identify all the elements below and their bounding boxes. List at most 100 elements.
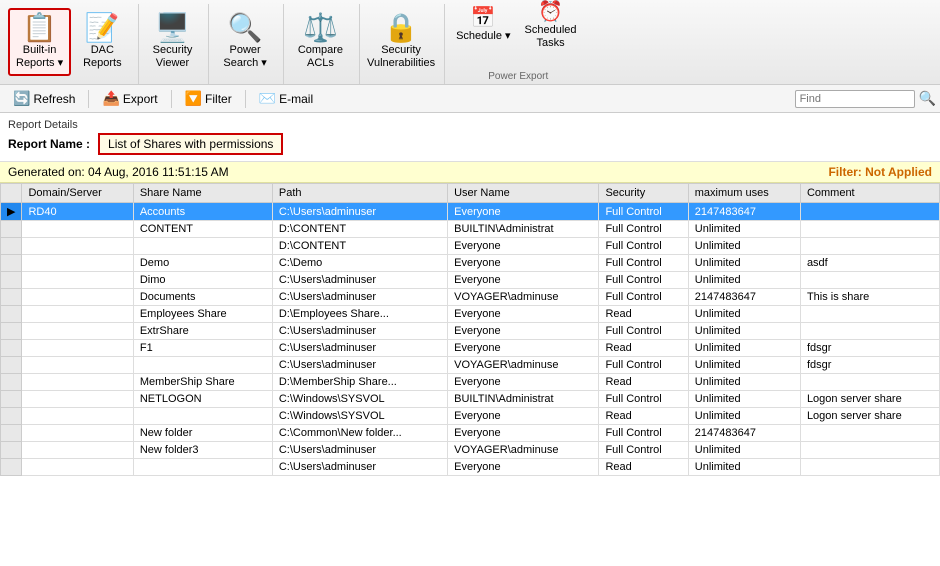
table-cell bbox=[800, 238, 939, 255]
dac-reports-button[interactable]: 📝 DAC Reports bbox=[75, 8, 130, 76]
find-icon[interactable]: 🔍 bbox=[919, 90, 936, 107]
filter-button[interactable]: 🔽 Filter bbox=[176, 86, 241, 111]
table-cell: Dimo bbox=[133, 272, 272, 289]
built-in-reports-label: Built-in Reports ▾ bbox=[16, 44, 63, 70]
table-cell bbox=[22, 255, 133, 272]
table-cell: C:\Common\New folder... bbox=[272, 425, 447, 442]
scheduled-tasks-button[interactable]: ⏰ Scheduled Tasks bbox=[520, 8, 582, 44]
table-cell: Unlimited bbox=[688, 221, 800, 238]
table-cell bbox=[22, 221, 133, 238]
table-row[interactable]: C:\Windows\SYSVOLEveryoneReadUnlimitedLo… bbox=[1, 408, 940, 425]
export-icon: 📤 bbox=[102, 90, 119, 107]
table-cell bbox=[1, 238, 22, 255]
table-cell: Read bbox=[599, 459, 688, 476]
refresh-label: Refresh bbox=[33, 92, 75, 106]
email-button[interactable]: ✉️ E-mail bbox=[250, 86, 322, 111]
refresh-button[interactable]: 🔄 Refresh bbox=[4, 86, 84, 111]
table-cell: Unlimited bbox=[688, 391, 800, 408]
table-container[interactable]: Domain/Server Share Name Path User Name … bbox=[0, 183, 940, 566]
power-search-icon: 🔍 bbox=[228, 14, 263, 42]
ribbon-group-search: 🔍 Power Search ▾ bbox=[211, 4, 283, 84]
table-cell: Unlimited bbox=[688, 340, 800, 357]
col-user: User Name bbox=[448, 184, 599, 203]
table-row[interactable]: New folder3C:\Users\adminuserVOYAGER\adm… bbox=[1, 442, 940, 459]
filter-icon: 🔽 bbox=[185, 90, 202, 107]
col-maxuses: maximum uses bbox=[688, 184, 800, 203]
ribbon-group-acl: ⚖️ Compare ACLs bbox=[286, 4, 360, 84]
table-header-row: Domain/Server Share Name Path User Name … bbox=[1, 184, 940, 203]
table-cell: ExtrShare bbox=[133, 323, 272, 340]
table-cell: Everyone bbox=[448, 238, 599, 255]
table-row[interactable]: MemberShip ShareD:\MemberShip Share...Ev… bbox=[1, 374, 940, 391]
table-row[interactable]: Employees ShareD:\Employees Share...Ever… bbox=[1, 306, 940, 323]
table-cell: Read bbox=[599, 306, 688, 323]
table-cell: Logon server share bbox=[800, 391, 939, 408]
find-input[interactable] bbox=[795, 90, 915, 108]
table-cell bbox=[800, 442, 939, 459]
table-row[interactable]: NETLOGONC:\Windows\SYSVOLBUILTIN\Adminis… bbox=[1, 391, 940, 408]
power-export-group-label: Power Export bbox=[447, 71, 589, 82]
table-cell: C:\Users\adminuser bbox=[272, 357, 447, 374]
generated-label: Generated on: 04 Aug, 2016 11:51:15 AM bbox=[8, 165, 229, 179]
table-cell: VOYAGER\adminuse bbox=[448, 442, 599, 459]
table-cell: Everyone bbox=[448, 340, 599, 357]
table-cell bbox=[133, 238, 272, 255]
table-cell: C:\Users\adminuser bbox=[272, 289, 447, 306]
table-cell: C:\Windows\SYSVOL bbox=[272, 408, 447, 425]
table-cell: C:\Users\adminuser bbox=[272, 203, 447, 221]
table-cell bbox=[22, 289, 133, 306]
table-cell: Full Control bbox=[599, 238, 688, 255]
table-cell bbox=[22, 238, 133, 255]
table-row[interactable]: DemoC:\DemoEveryoneFull ControlUnlimited… bbox=[1, 255, 940, 272]
table-cell: asdf bbox=[800, 255, 939, 272]
built-in-reports-button[interactable]: 📋 Built-in Reports ▾ bbox=[8, 8, 71, 76]
table-cell: Everyone bbox=[448, 272, 599, 289]
table-cell: Full Control bbox=[599, 323, 688, 340]
table-row[interactable]: CONTENTD:\CONTENTBUILTIN\AdministratFull… bbox=[1, 221, 940, 238]
table-row[interactable]: New folderC:\Common\New folder...Everyon… bbox=[1, 425, 940, 442]
table-cell bbox=[800, 203, 939, 221]
compare-acls-button[interactable]: ⚖️ Compare ACLs bbox=[290, 8, 351, 76]
table-cell: 2147483647 bbox=[688, 425, 800, 442]
table-cell bbox=[22, 408, 133, 425]
table-cell bbox=[800, 221, 939, 238]
power-search-button[interactable]: 🔍 Power Search ▾ bbox=[215, 8, 274, 76]
table-cell: Employees Share bbox=[133, 306, 272, 323]
ribbon-group-reports: 📋 Built-in Reports ▾ 📝 DAC Reports bbox=[4, 4, 139, 84]
table-row[interactable]: DocumentsC:\Users\adminuserVOYAGER\admin… bbox=[1, 289, 940, 306]
table-row[interactable]: D:\CONTENTEveryoneFull ControlUnlimited bbox=[1, 238, 940, 255]
table-cell: 2147483647 bbox=[688, 289, 800, 306]
security-vulnerabilities-button[interactable]: 🔒 Security Vulnerabilities bbox=[366, 8, 436, 76]
table-cell: Unlimited bbox=[688, 408, 800, 425]
export-button[interactable]: 📤 Export bbox=[93, 86, 166, 111]
table-cell: Documents bbox=[133, 289, 272, 306]
schedule-button[interactable]: 📅 Schedule ▾ bbox=[451, 8, 515, 44]
col-comment: Comment bbox=[800, 184, 939, 203]
security-vulnerabilities-label: Security Vulnerabilities bbox=[367, 44, 435, 70]
table-cell: Unlimited bbox=[688, 442, 800, 459]
table-row[interactable]: C:\Users\adminuserVOYAGER\adminuseFull C… bbox=[1, 357, 940, 374]
export-label: Export bbox=[123, 92, 158, 106]
schedule-label: Schedule ▾ bbox=[456, 30, 510, 43]
table-row[interactable]: C:\Users\adminuserEveryoneReadUnlimited bbox=[1, 459, 940, 476]
table-cell: D:\Employees Share... bbox=[272, 306, 447, 323]
table-row[interactable]: F1C:\Users\adminuserEveryoneReadUnlimite… bbox=[1, 340, 940, 357]
table-cell: Unlimited bbox=[688, 323, 800, 340]
report-details-title: Report Details bbox=[8, 119, 932, 131]
table-cell bbox=[1, 340, 22, 357]
table-cell: Full Control bbox=[599, 391, 688, 408]
table-row[interactable]: ExtrShareC:\Users\adminuserEveryoneFull … bbox=[1, 323, 940, 340]
security-viewer-button[interactable]: 🖥️ Security Viewer bbox=[145, 8, 201, 76]
table-row[interactable]: ▶RD40AccountsC:\Users\adminuserEveryoneF… bbox=[1, 203, 940, 221]
report-details-row: Report Name : List of Shares with permis… bbox=[8, 133, 932, 155]
table-cell: D:\CONTENT bbox=[272, 221, 447, 238]
filter-status: Filter: Not Applied bbox=[828, 165, 932, 179]
table-cell bbox=[22, 459, 133, 476]
built-in-reports-icon: 📋 bbox=[22, 14, 57, 42]
table-row[interactable]: DimoC:\Users\adminuserEveryoneFull Contr… bbox=[1, 272, 940, 289]
table-cell: RD40 bbox=[22, 203, 133, 221]
table-cell bbox=[1, 306, 22, 323]
table-cell: BUILTIN\Administrat bbox=[448, 391, 599, 408]
table-cell: Everyone bbox=[448, 425, 599, 442]
table-cell: Full Control bbox=[599, 255, 688, 272]
